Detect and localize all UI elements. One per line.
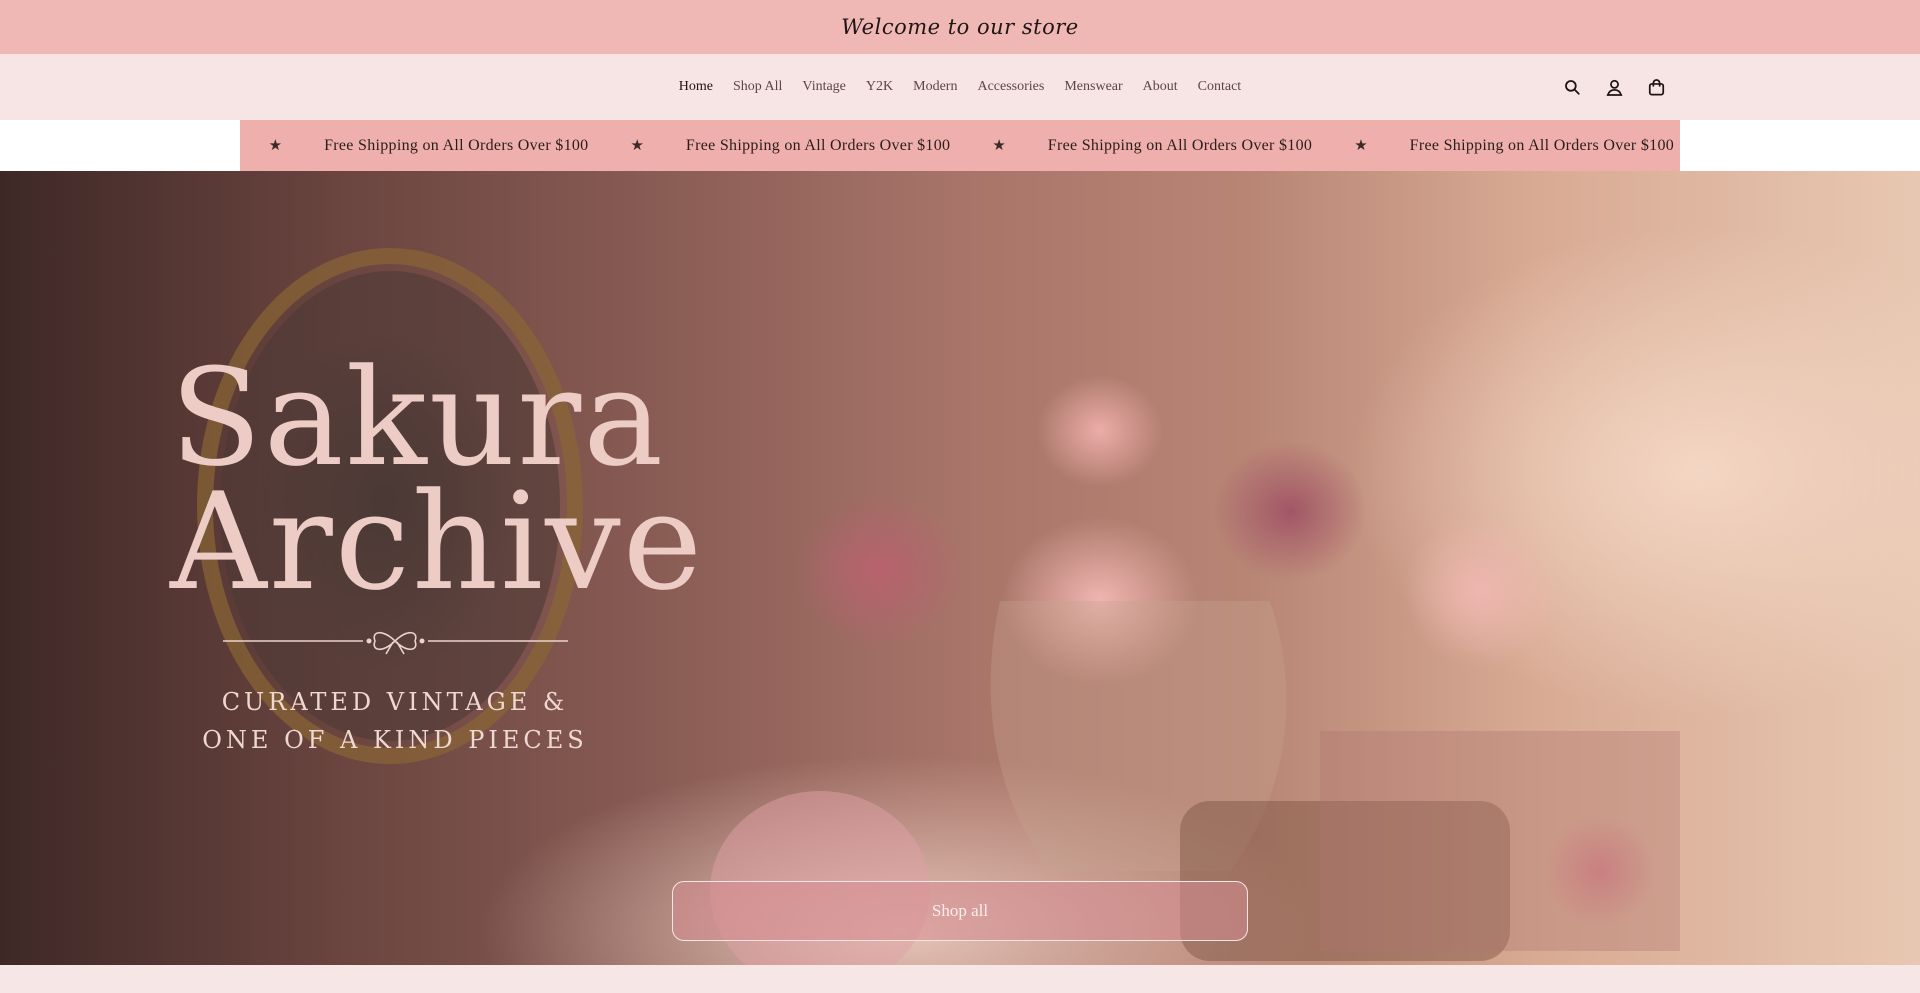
star-icon: ★ <box>1354 138 1368 154</box>
nav-menswear[interactable]: Menswear <box>1064 79 1122 95</box>
account-icon[interactable] <box>1604 77 1624 97</box>
nav-home[interactable]: Home <box>679 79 713 95</box>
shop-all-button[interactable]: Shop all <box>672 881 1248 941</box>
bow-divider-icon <box>223 631 568 655</box>
announcement-text: Free Shipping on All Orders Over $100 <box>1409 136 1675 154</box>
announcement-text: Free Shipping on All Orders Over $100 <box>1047 136 1313 154</box>
bottom-strip <box>0 965 1920 993</box>
site-header: Home Shop All Vintage Y2K Modern Accesso… <box>0 54 1920 120</box>
nav-y2k[interactable]: Y2K <box>866 79 893 95</box>
hero-subtitle-line1: CURATED VINTAGE & <box>221 688 569 716</box>
announcement-text: Free Shipping on All Orders Over $100 <box>324 136 589 154</box>
hero-title: Sakura Archive <box>170 340 705 620</box>
main-nav: Home Shop All Vintage Y2K Modern Accesso… <box>679 79 1241 95</box>
star-icon: ★ <box>630 138 644 154</box>
announcement-bar: oo ★ Free Shipping on All Orders Over $1… <box>240 120 1680 171</box>
star-icon: ★ <box>268 138 283 154</box>
announcement-track: oo ★ Free Shipping on All Orders Over $1… <box>240 136 1674 155</box>
nav-accessories[interactable]: Accessories <box>977 79 1044 95</box>
header-icons <box>1562 54 1666 120</box>
search-icon[interactable] <box>1562 77 1582 97</box>
hero-banner: Sakura Archive CURATED VINTAGE & ONE OF … <box>0 171 1920 965</box>
welcome-bar: Welcome to our store <box>0 0 1920 54</box>
announcement-text: Free Shipping on All Orders Over $100 <box>685 136 951 154</box>
announcement-wrapper: oo ★ Free Shipping on All Orders Over $1… <box>0 120 1920 171</box>
hero-subtitle: CURATED VINTAGE & ONE OF A KIND PIECES <box>180 683 610 759</box>
star-icon: ★ <box>992 138 1006 154</box>
hero-title-line2: Archive <box>170 464 705 620</box>
welcome-text: Welcome to our store <box>841 15 1079 39</box>
nav-about[interactable]: About <box>1143 79 1178 95</box>
nav-contact[interactable]: Contact <box>1198 79 1242 95</box>
cart-icon[interactable] <box>1646 77 1666 97</box>
nav-modern[interactable]: Modern <box>913 79 957 95</box>
nav-vintage[interactable]: Vintage <box>802 79 845 95</box>
nav-shop-all[interactable]: Shop All <box>733 79 782 95</box>
hero-subtitle-line2: ONE OF A KIND PIECES <box>202 726 588 754</box>
hero-title-line1: Sakura <box>170 340 666 496</box>
